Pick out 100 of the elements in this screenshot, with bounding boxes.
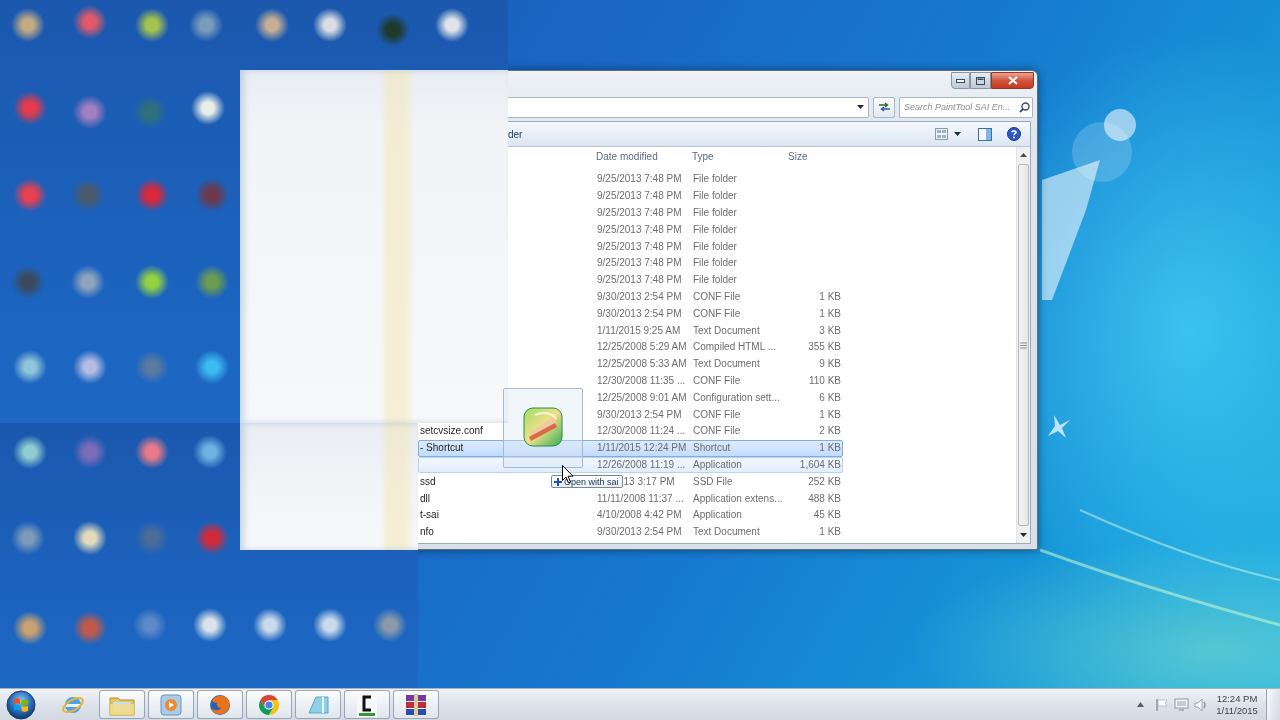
preview-pane-button[interactable] (978, 127, 992, 141)
close-button[interactable] (991, 72, 1034, 89)
date-cell-text: 11/11/2008 11:37 ... (596, 491, 684, 506)
blurred-desktop-icon (73, 350, 107, 384)
tablet-icon (305, 694, 330, 715)
caret-down-icon (1020, 533, 1027, 537)
file-row[interactable]: 9/25/2013 7:48 PM File folder (508, 238, 843, 255)
file-row[interactable]: - Shortcut 1/11/2015 12:24 PM Shortcut 1 KB (418, 439, 843, 457)
blurred-desktop-icon (13, 91, 47, 125)
size-cell-text: 1 KB (819, 306, 842, 321)
address-field[interactable] (508, 96, 869, 118)
flag-icon (1155, 697, 1169, 712)
file-row[interactable]: 9/25/2013 7:48 PM File folder (508, 271, 843, 289)
view-menu-button[interactable] (954, 132, 961, 136)
blurred-desktop-icon (195, 178, 229, 212)
blurred-desktop-icon (73, 435, 107, 469)
size-cell-text: 6 KB (819, 390, 842, 405)
file-name: dll (419, 491, 430, 506)
plus-icon (554, 477, 562, 486)
blurred-desktop-icon (255, 8, 289, 42)
blurred-desktop-icon (13, 435, 47, 469)
file-row[interactable]: 12/30/2008 11:35 ... CONF File 110 KB (508, 372, 843, 390)
size-cell-text: 1 KB (819, 441, 842, 456)
taskbar-button[interactable] (343, 690, 390, 719)
close-icon (1007, 76, 1018, 85)
blurred-desktop-icon (135, 8, 169, 42)
type-cell-text: Compiled HTML ... (692, 340, 776, 355)
minimize-button[interactable] (951, 72, 970, 89)
file-row[interactable]: t-sai 4/10/2008 4:42 PM Application 45 KB (418, 506, 843, 524)
file-row[interactable]: 12/25/2008 5:29 AM Compiled HTML ... 355 KB (508, 338, 843, 356)
blurred-desktop-icon (71, 265, 105, 299)
globe-icon (207, 692, 232, 717)
size-cell-text: 1 KB (819, 407, 842, 422)
blurred-desktop-icon (373, 608, 407, 642)
minimize-icon (956, 78, 965, 83)
blurred-desktop-icon (195, 265, 229, 299)
file-row[interactable]: 9/25/2013 7:48 PM File folder (508, 221, 843, 239)
type-cell-text: Shortcut (692, 441, 731, 456)
file-row[interactable]: 9/25/2013 7:48 PM File folder (508, 204, 843, 222)
type-cell-text: File folder (692, 239, 737, 254)
file-row[interactable]: 9/30/2013 2:54 PM CONF File 1 KB (508, 305, 843, 323)
type-cell-text: SSD File (692, 474, 733, 489)
blurred-desktop-icon (11, 521, 45, 555)
clock-button[interactable]: 12:24 PM 1/11/2015 (1212, 692, 1262, 717)
chevron-icon (1137, 702, 1144, 707)
blurred-desktop-icon (73, 95, 107, 129)
size-cell-text: 252 KB (808, 474, 842, 489)
blurred-desktop-icon (135, 521, 169, 555)
file-row[interactable]: 12/25/2008 9:01 AM Configuration sett... 6 KB (508, 389, 843, 407)
size-cell-text: 45 KB (813, 508, 842, 523)
help-button[interactable] (1007, 127, 1021, 141)
file-name: t-sai (419, 508, 439, 523)
date-cell-text: 12/25/2008 5:33 AM (596, 357, 687, 372)
file-row[interactable]: nfo 9/30/2013 2:54 PM Text Document 1 KB (418, 523, 843, 541)
file-name: - Shortcut (419, 441, 464, 456)
file-row[interactable]: 9/30/2013 2:54 PM CONF File 1 KB (508, 406, 843, 423)
date-cell-text: 12/26/2008 11:19 ... (596, 457, 686, 472)
toolbar-button[interactable]: der (508, 128, 523, 140)
taskbar-button[interactable] (392, 690, 439, 719)
circle-logo-icon (256, 692, 281, 717)
file-row[interactable]: setcvsize.conf 12/30/2008 11:24 ... CONF File 2 KB (418, 422, 843, 440)
scroll-thumb[interactable] (1018, 164, 1029, 526)
file-row[interactable]: 9/30/2013 2:54 PM CONF File 1 KB (508, 288, 843, 306)
blurred-desktop-icon (313, 608, 347, 642)
caret-up-icon (1020, 153, 1027, 157)
size-cell-text: 1 KB (819, 289, 842, 304)
view-button[interactable] (935, 128, 948, 140)
column-header[interactable]: Date modified (592, 151, 658, 162)
show-hidden-icons-button[interactable] (1137, 702, 1144, 707)
date-cell-text: 9/30/2013 2:54 PM (596, 407, 682, 422)
file-row[interactable]: 9/25/2013 7:48 PM File folder (508, 171, 843, 188)
refresh-icon (877, 102, 891, 112)
file-row[interactable]: 12/25/2008 5:33 AM Text Document 9 KB (508, 355, 843, 373)
type-cell-text: Configuration sett... (692, 390, 780, 405)
file-row[interactable]: dll 11/11/2008 11:37 ... Application extens... 488 KB (418, 490, 843, 507)
date-cell-text: 9/25/2013 7:48 PM (596, 172, 682, 187)
type-cell-text: Text Document (692, 323, 760, 338)
blurred-desktop-icon (135, 265, 169, 299)
refresh-button[interactable] (873, 96, 895, 118)
grip-icon (1020, 341, 1027, 349)
help-icon (1007, 127, 1021, 141)
file-row[interactable]: 1/11/2015 9:25 AM Text Document 3 KB (508, 322, 843, 339)
maximize-button[interactable] (970, 72, 991, 89)
type-cell-text: Text Document (692, 525, 760, 540)
blurred-desktop-icon (11, 8, 45, 42)
file-row[interactable]: 9/25/2013 7:48 PM File folder (508, 187, 843, 205)
speaker-icon (1194, 697, 1208, 712)
file-name: ssd (419, 474, 436, 489)
column-header[interactable]: Type (688, 151, 714, 162)
type-cell-text: Text Document (692, 357, 760, 372)
column-header[interactable]: Size (788, 151, 808, 162)
file-row[interactable]: 9/25/2013 7:48 PM File folder (508, 255, 843, 272)
type-cell-text: CONF File (692, 407, 741, 422)
date-cell-text: 4/10/2008 4:42 PM (596, 508, 682, 523)
date-cell-text: 12/30/2008 11:35 ... (596, 373, 686, 388)
file-row[interactable]: ssd Open with sai 13 3:17 PM SSD File 252 KB (418, 473, 843, 491)
volume-button[interactable] (1194, 697, 1208, 712)
size-cell-text: 488 KB (808, 491, 842, 506)
blurred-desktop-icon (189, 8, 223, 42)
preview-pane-icon (978, 127, 992, 141)
